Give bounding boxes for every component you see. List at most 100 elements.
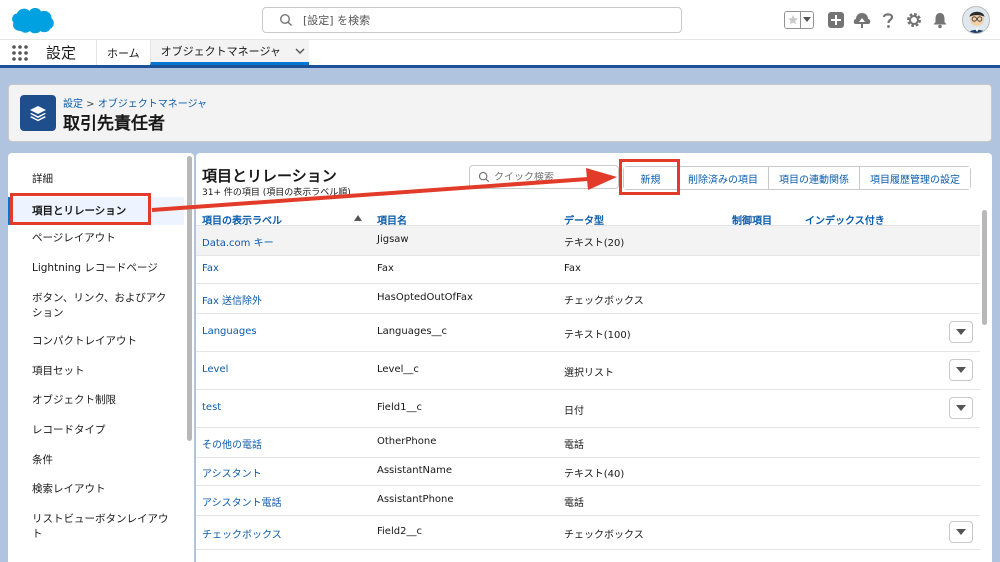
salesforce-logo[interactable]	[10, 5, 56, 35]
chevron-down-icon	[956, 529, 966, 535]
help-icon[interactable]	[876, 8, 900, 32]
field-label-link[interactable]: Fax 送信除外	[202, 292, 262, 307]
column-header-indexed[interactable]: インデックス付き	[805, 212, 885, 227]
row-actions-button[interactable]	[949, 359, 973, 381]
section-title: 項目とリレーション	[202, 167, 337, 185]
column-header-label[interactable]: 項目の表示ラベル	[202, 212, 282, 227]
field-api-name: Field2__c	[377, 526, 422, 537]
field-data-type: 電話	[564, 440, 584, 451]
field-label-link[interactable]: アシスタント	[202, 465, 262, 480]
field-label-link[interactable]: アシスタント電話	[202, 494, 282, 509]
field-api-name: Field1__c	[377, 402, 422, 413]
nav-tab-object-manager[interactable]: オブジェクトマネージャ	[149, 40, 309, 65]
sidebar-item-buttons-links-actions[interactable]: ボタン、リンク、およびアクション	[8, 291, 180, 321]
action-button-group: 新規 削除済みの項目 項目の連動関係 項目履歴管理の設定	[623, 166, 971, 190]
field-api-name: Languages__c	[377, 326, 448, 337]
gear-icon[interactable]	[902, 8, 926, 32]
avatar[interactable]	[962, 6, 990, 34]
field-data-type: テキスト(20)	[564, 238, 625, 249]
field-label-link[interactable]: その他の電話	[202, 436, 262, 451]
trailhead-icon[interactable]	[850, 8, 874, 32]
table-row: Languages Languages__c テキスト(100)	[196, 314, 980, 352]
global-create-icon[interactable]	[824, 8, 848, 32]
sidebar-item-details[interactable]: 詳細	[8, 172, 184, 187]
page-title: 取引先責任者	[63, 114, 165, 134]
field-label-link[interactable]: Data.com キー	[202, 234, 274, 249]
table-header: 項目の表示ラベル 項目名 データ型 制御項目 インデックス付き	[196, 210, 980, 227]
sidebar-item-object-limits[interactable]: オブジェクト制限	[8, 393, 184, 408]
field-api-name: AssistantPhone	[377, 494, 454, 505]
field-api-name: Fax	[377, 263, 394, 274]
field-data-type: 日付	[564, 406, 584, 417]
field-label-link[interactable]: Fax	[202, 263, 219, 274]
star-icon[interactable]	[785, 12, 801, 28]
chevron-down-icon[interactable]	[295, 48, 305, 54]
nav-tab-home[interactable]: ホーム	[96, 40, 150, 65]
table-scrollbar[interactable]	[982, 210, 987, 325]
sidebar-item-fields-relationships[interactable]: 項目とリレーション	[8, 197, 184, 225]
field-label-link[interactable]: Languages	[202, 326, 257, 337]
sidebar-item-page-layouts[interactable]: ページレイアウト	[8, 231, 184, 246]
field-data-type: Fax	[564, 263, 581, 274]
sidebar-scrollbar[interactable]	[187, 156, 192, 441]
quick-find[interactable]	[469, 165, 619, 189]
header-utility-icons	[784, 5, 990, 35]
search-icon	[279, 13, 292, 26]
field-data-type: 選択リスト	[564, 368, 614, 379]
context-bar: 設定 ホーム オブジェクトマネージャ	[0, 40, 1000, 68]
column-header-controlling[interactable]: 制御項目	[732, 212, 772, 227]
field-data-type: テキスト(100)	[564, 330, 631, 341]
chevron-down-icon	[956, 367, 966, 373]
sidebar-item-field-sets[interactable]: 項目セット	[8, 364, 184, 379]
field-data-type: チェックボックス	[564, 296, 644, 307]
sidebar-item-list-view-button-layout[interactable]: リストビューボタンレイアウト	[8, 512, 180, 542]
field-data-type: テキスト(40)	[564, 469, 625, 480]
breadcrumb: 設定 > オブジェクトマネージャ	[63, 95, 207, 110]
app-name: 設定	[46, 44, 77, 62]
app-launcher-icon[interactable]	[0, 40, 40, 65]
fields-relationships-panel: 項目とリレーション 31+ 件の項目 (項目の表示ラベル順) 新規 削除済みの項…	[196, 153, 992, 562]
deleted-fields-button[interactable]: 削除済みの項目	[678, 167, 769, 189]
field-data-type: 電話	[564, 498, 584, 509]
sidebar-item-record-types[interactable]: レコードタイプ	[8, 423, 184, 438]
global-header	[0, 0, 1000, 40]
column-header-api-name[interactable]: 項目名	[377, 212, 407, 227]
table-row: アシスタント電話 AssistantPhone 電話	[196, 486, 980, 516]
global-search-input[interactable]	[303, 13, 663, 27]
chevron-down-icon	[956, 329, 966, 335]
sort-ascending-icon[interactable]	[354, 215, 362, 221]
object-header: 設定 > オブジェクトマネージャ 取引先責任者	[8, 84, 992, 142]
section-subtitle: 31+ 件の項目 (項目の表示ラベル順)	[202, 188, 351, 198]
table-row: Level Level__c 選択リスト	[196, 352, 980, 390]
field-api-name: Jigsaw	[377, 234, 409, 245]
field-dependencies-button[interactable]: 項目の連動関係	[769, 167, 860, 189]
sidebar-item-compact-layouts[interactable]: コンパクトレイアウト	[8, 334, 184, 349]
field-label-link[interactable]: test	[202, 402, 221, 413]
column-header-data-type[interactable]: データ型	[564, 212, 604, 227]
bell-icon[interactable]	[928, 8, 952, 32]
table-row: Fax 送信除外 HasOptedOutOfFax チェックボックス	[196, 284, 980, 314]
field-api-name: Level__c	[377, 364, 419, 375]
object-manager-icon	[20, 95, 56, 131]
nav-tab-home-label: ホーム	[107, 46, 140, 60]
sidebar-item-conditions[interactable]: 条件	[8, 453, 184, 468]
field-label-link[interactable]: チェックボックス	[202, 526, 282, 541]
global-search[interactable]	[262, 7, 682, 33]
row-actions-button[interactable]	[949, 521, 973, 543]
table-row: test Field1__c 日付	[196, 390, 980, 428]
search-icon	[478, 171, 490, 183]
table-row: チェックボックス Field2__c チェックボックス	[196, 516, 980, 550]
history-tracking-button[interactable]: 項目履歴管理の設定	[860, 167, 970, 189]
sidebar-item-search-layouts[interactable]: 検索レイアウト	[8, 482, 184, 497]
field-label-link[interactable]: Level	[202, 364, 228, 375]
row-actions-button[interactable]	[949, 321, 973, 343]
favorites-dropdown-icon[interactable]	[801, 12, 813, 28]
sidebar-item-lightning-record-pages[interactable]: Lightning レコードページ	[8, 261, 184, 276]
field-api-name: OtherPhone	[377, 436, 437, 447]
quick-find-input[interactable]	[494, 171, 604, 183]
row-actions-button[interactable]	[949, 397, 973, 419]
field-api-name: HasOptedOutOfFax	[377, 292, 473, 303]
field-api-name: AssistantName	[377, 465, 453, 476]
table-row: Data.com キー Jigsaw テキスト(20)	[196, 226, 980, 256]
new-field-button[interactable]: 新規	[624, 167, 678, 189]
